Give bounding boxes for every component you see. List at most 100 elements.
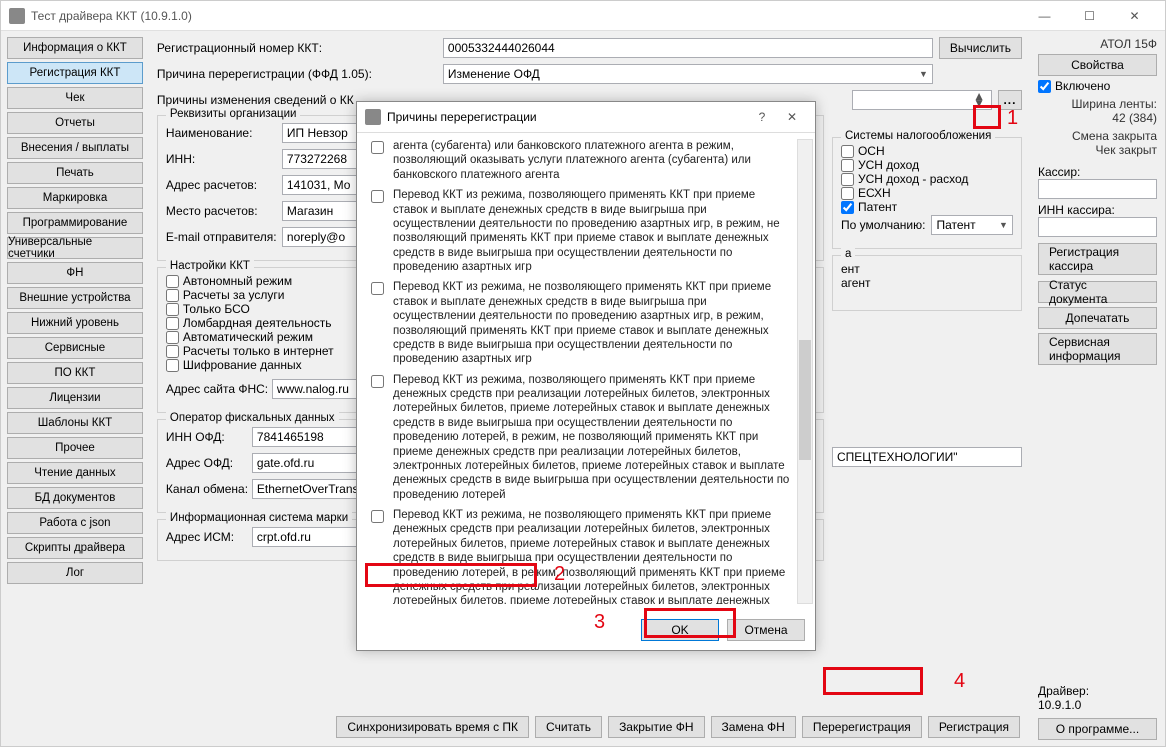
tax-default-combo[interactable]: Патент▼ [931, 215, 1013, 235]
calculate-button[interactable]: Вычислить [939, 37, 1022, 59]
reason-checkbox-3[interactable] [371, 375, 384, 388]
tax-fieldset: Системы налогообложения ОСН УСН доход УС… [832, 137, 1022, 249]
inn-label: ИНН: [166, 152, 276, 166]
nav-tab-20[interactable]: Скрипты драйвера [7, 537, 143, 559]
print-more-button[interactable]: Допечатать [1038, 307, 1157, 329]
cashier-label: Кассир: [1038, 165, 1157, 179]
nav-tab-3[interactable]: Отчеты [7, 112, 143, 134]
chk-patent[interactable]: Патент [841, 200, 1013, 214]
cashier-input[interactable] [1038, 179, 1157, 199]
agent-txt1: ент [841, 262, 1013, 276]
kkt-legend: Настройки ККТ [166, 260, 254, 272]
annotation-num-1: 1 [1007, 107, 1018, 130]
sync-time-button[interactable]: Синхронизировать время с ПК [336, 716, 529, 738]
reason-checkbox-4[interactable] [371, 510, 384, 523]
ok-button[interactable]: OK [641, 619, 719, 641]
annotation-num-4: 4 [954, 670, 965, 693]
cashier-inn-input[interactable] [1038, 217, 1157, 237]
main-window: Тест драйвера ККТ (10.9.1.0) — ☐ ✕ Инфор… [0, 0, 1166, 747]
read-button[interactable]: Считать [535, 716, 602, 738]
nav-tab-6[interactable]: Маркировка [7, 187, 143, 209]
rereg-button[interactable]: Перерегистрация [802, 716, 922, 738]
ism-label: Адрес ИСМ: [166, 530, 246, 544]
ofd-legend: Оператор фискальных данных [166, 412, 339, 424]
modal-body: агента (субагента) или банковского плате… [357, 132, 815, 610]
nav-tab-13[interactable]: ПО ККТ [7, 362, 143, 384]
nav-tab-1[interactable]: Регистрация ККТ [7, 62, 143, 84]
left-nav: Информация о ККТ Регистрация ККТ Чек Отчеты… [1, 31, 149, 746]
reg-cashier-button[interactable]: Регистрация кассира [1038, 243, 1157, 275]
reason-text-0: агента (субагента) или банковского плате… [393, 139, 791, 182]
modal-title-text: Причины перерегистрации [387, 110, 747, 124]
replace-fn-button[interactable]: Замена ФН [711, 716, 796, 738]
reason-text-3: Перевод ККТ из режима, позволяющего прим… [393, 373, 791, 502]
doc-status-button[interactable]: Статус документа [1038, 281, 1157, 303]
annotation-num-3: 3 [594, 611, 605, 634]
org-legend: Реквизиты организации [166, 108, 301, 120]
maximize-button[interactable]: ☐ [1067, 1, 1112, 31]
nav-tab-17[interactable]: Чтение данных [7, 462, 143, 484]
enabled-checkbox[interactable]: Включено [1038, 79, 1157, 93]
titlebar: Тест драйвера ККТ (10.9.1.0) — ☐ ✕ [1, 1, 1165, 31]
reason-checkbox-1[interactable] [371, 190, 384, 203]
reason-item-2[interactable]: Перевод ККТ из режима, не позволяющего п… [367, 280, 791, 366]
rereg-reason-combo[interactable]: Изменение ОФД▼ [443, 64, 933, 84]
reason-text-1: Перевод ККТ из режима, позволяющего прим… [393, 188, 791, 274]
close-fn-button[interactable]: Закрытие ФН [608, 716, 704, 738]
nav-tab-15[interactable]: Шаблоны ККТ [7, 412, 143, 434]
shift-status: Смена закрыта [1038, 129, 1157, 143]
rereg-reason-label: Причина перерегистрации (ФФД 1.05): [157, 67, 437, 81]
reg-num-input[interactable]: 0005332444026044 [443, 38, 933, 58]
chk-usn2[interactable]: УСН доход - расход [841, 172, 1013, 186]
nav-tab-18[interactable]: БД документов [7, 487, 143, 509]
close-button[interactable]: ✕ [1112, 1, 1157, 31]
nav-tab-19[interactable]: Работа с json [7, 512, 143, 534]
nav-tab-7[interactable]: Программирование [7, 212, 143, 234]
right-panel: АТОЛ 15Ф Свойства Включено Ширина ленты:… [1030, 31, 1165, 746]
reg-num-label: Регистрационный номер ККТ: [157, 41, 437, 55]
about-button[interactable]: О программе... [1038, 718, 1157, 740]
reason-item-0[interactable]: агента (субагента) или банковского плате… [367, 139, 791, 182]
tax-legend: Системы налогообложения [841, 130, 995, 142]
agent-fieldset-partial: а ент агент [832, 255, 1022, 311]
nav-tab-9[interactable]: ФН [7, 262, 143, 284]
cancel-button[interactable]: Отмена [727, 619, 805, 641]
nav-tab-14[interactable]: Лицензии [7, 387, 143, 409]
nav-tab-21[interactable]: Лог [7, 562, 143, 584]
help-button[interactable]: ? [747, 110, 777, 124]
props-button[interactable]: Свойства [1038, 54, 1157, 76]
nav-tab-0[interactable]: Информация о ККТ [7, 37, 143, 59]
scroll-thumb[interactable] [799, 340, 811, 460]
service-info-button[interactable]: Сервисная информация [1038, 333, 1157, 365]
modal-close-button[interactable]: ✕ [777, 110, 807, 124]
agent-txt2: агент [841, 276, 1013, 290]
nav-tab-10[interactable]: Внешние устройства [7, 287, 143, 309]
nav-tab-8[interactable]: Универсальные счетчики [7, 237, 143, 259]
reason-item-1[interactable]: Перевод ККТ из режима, позволяющего прим… [367, 188, 791, 274]
chk-usn[interactable]: УСН доход [841, 158, 1013, 172]
nav-tab-16[interactable]: Прочее [7, 437, 143, 459]
nav-tab-4[interactable]: Внесения / выплаты [7, 137, 143, 159]
nav-tab-5[interactable]: Печать [7, 162, 143, 184]
chk-osn[interactable]: ОСН [841, 144, 1013, 158]
addr-label: Адрес расчетов: [166, 178, 276, 192]
nav-tab-11[interactable]: Нижний уровень [7, 312, 143, 334]
tax-default-label: По умолчанию: [841, 218, 926, 232]
reason-checkbox-0[interactable] [371, 141, 384, 154]
nav-tab-2[interactable]: Чек [7, 87, 143, 109]
place-label: Место расчетов: [166, 204, 276, 218]
reason-checkbox-2[interactable] [371, 282, 384, 295]
agent-legend-partial: а [841, 248, 855, 260]
reason-item-3[interactable]: Перевод ККТ из режима, позволяющего прим… [367, 373, 791, 502]
nav-tab-12[interactable]: Сервисные [7, 337, 143, 359]
reg-button[interactable]: Регистрация [928, 716, 1020, 738]
reason-item-4[interactable]: Перевод ККТ из режима, не позволяющего п… [367, 508, 791, 604]
model-label: АТОЛ 15Ф [1038, 37, 1157, 51]
minimize-button[interactable]: — [1022, 1, 1067, 31]
chk-eshn[interactable]: ЕСХН [841, 186, 1013, 200]
changes-spinner[interactable]: ▲▼ [852, 90, 992, 110]
spec-input[interactable]: СПЕЦТЕХНОЛОГИИ" [832, 447, 1022, 467]
changes-label: Причины изменения сведений о КК [157, 93, 332, 107]
app-icon [9, 8, 25, 24]
modal-scrollbar[interactable] [797, 139, 813, 604]
